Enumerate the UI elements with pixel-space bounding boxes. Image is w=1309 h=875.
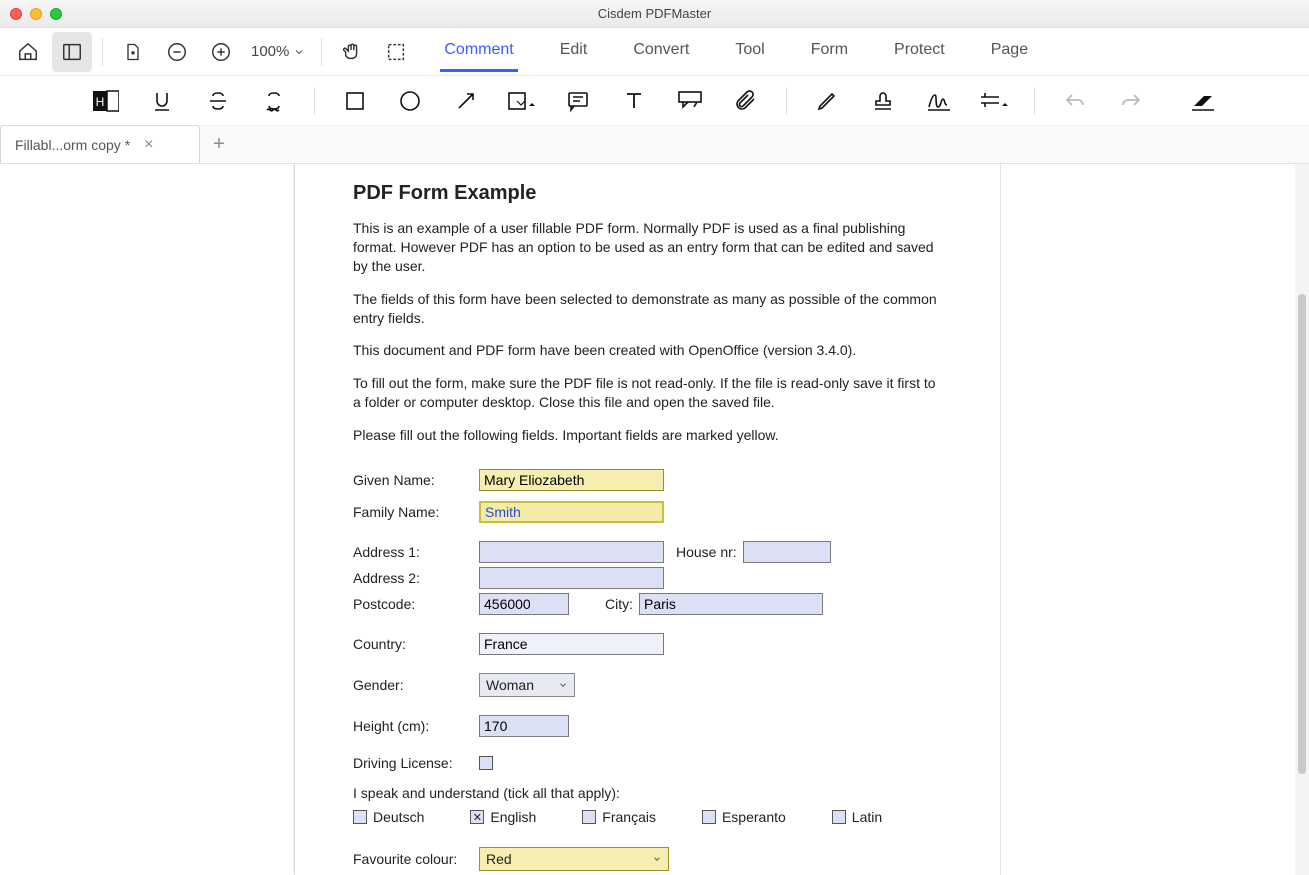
label-address1: Address 1: — [353, 544, 479, 560]
signature-tool[interactable] — [923, 84, 955, 118]
zoom-dropdown[interactable]: 100% — [245, 43, 311, 60]
pencil-tool[interactable] — [811, 84, 843, 118]
lang-francais: Français — [602, 809, 656, 825]
tab-page[interactable]: Page — [987, 31, 1032, 72]
rectangle-tool[interactable] — [339, 84, 371, 118]
home-button[interactable] — [8, 32, 48, 72]
label-postcode: Postcode: — [353, 596, 479, 612]
input-address1[interactable] — [479, 541, 664, 563]
annotation-toolbar: H — [0, 76, 1309, 126]
form-intro-5: Please fill out the following fields. Im… — [353, 426, 942, 445]
lang-latin: Latin — [852, 809, 882, 825]
zoom-value: 100% — [251, 43, 289, 60]
lang-english: English — [490, 809, 536, 825]
text-tool[interactable] — [618, 84, 650, 118]
tab-tool[interactable]: Tool — [731, 31, 768, 72]
tab-edit[interactable]: Edit — [556, 31, 592, 72]
lang-deutsch: Deutsch — [373, 809, 424, 825]
shape-dropdown[interactable] — [506, 84, 538, 118]
workspace: PDF Form Example This is an example of a… — [0, 164, 1309, 875]
form-heading: PDF Form Example — [353, 182, 942, 205]
input-height[interactable] — [479, 715, 569, 737]
checkbox-english[interactable]: ✕ — [470, 810, 484, 824]
lang-esperanto: Esperanto — [722, 809, 786, 825]
window-title: Cisdem PDFMaster — [0, 6, 1309, 21]
select-area-button[interactable] — [376, 32, 416, 72]
input-given-name[interactable] — [479, 469, 664, 491]
stamp-tool[interactable] — [867, 84, 899, 118]
input-city[interactable] — [639, 593, 823, 615]
label-driving: Driving License: — [353, 755, 479, 771]
input-house-nr[interactable] — [743, 541, 831, 563]
squiggly-tool[interactable] — [258, 84, 290, 118]
checkbox-francais[interactable] — [582, 810, 596, 824]
label-gender: Gender: — [353, 677, 479, 693]
eraser-tool[interactable] — [1187, 84, 1219, 118]
form-intro-4: To fill out the form, make sure the PDF … — [353, 374, 942, 412]
hand-tool-button[interactable] — [332, 32, 372, 72]
checkbox-deutsch[interactable] — [353, 810, 367, 824]
tab-form[interactable]: Form — [807, 31, 852, 72]
form-intro-2: The fields of this form have been select… — [353, 290, 942, 328]
arrow-tool[interactable] — [450, 84, 482, 118]
label-country: Country: — [353, 636, 479, 652]
checkbox-latin[interactable] — [832, 810, 846, 824]
vertical-scrollbar[interactable] — [1295, 164, 1309, 875]
circle-tool[interactable] — [394, 84, 426, 118]
tab-convert[interactable]: Convert — [629, 31, 693, 72]
attachment-tool[interactable] — [730, 84, 762, 118]
select-gender-value: Woman — [486, 677, 534, 693]
underline-tool[interactable] — [146, 84, 178, 118]
select-gender[interactable]: Woman — [479, 673, 575, 697]
input-country[interactable] — [479, 633, 664, 655]
link-tool[interactable] — [978, 84, 1010, 118]
note-tool[interactable] — [562, 84, 594, 118]
titlebar: Cisdem PDFMaster — [0, 0, 1309, 28]
tab-protect[interactable]: Protect — [890, 31, 949, 72]
label-family-name: Family Name: — [353, 504, 479, 520]
document-tab-label: Fillabl...orm copy * — [15, 137, 130, 153]
pdf-page: PDF Form Example This is an example of a… — [295, 164, 1000, 875]
label-address2: Address 2: — [353, 570, 479, 586]
document-tab[interactable]: Fillabl...orm copy * × — [0, 125, 200, 163]
input-address2[interactable] — [479, 567, 664, 589]
label-given-name: Given Name: — [353, 472, 479, 488]
svg-text:H: H — [96, 95, 105, 109]
input-postcode[interactable] — [479, 593, 569, 615]
document-tabs: Fillabl...orm copy * × + — [0, 126, 1309, 164]
label-languages: I speak and understand (tick all that ap… — [353, 785, 942, 801]
label-house-nr: House nr: — [676, 544, 737, 560]
checkbox-esperanto[interactable] — [702, 810, 716, 824]
strikethrough-tool[interactable] — [202, 84, 234, 118]
zoom-in-button[interactable] — [201, 32, 241, 72]
properties-panel — [1000, 164, 1295, 875]
highlight-tool[interactable]: H — [90, 84, 122, 118]
zoom-out-button[interactable] — [157, 32, 197, 72]
label-height: Height (cm): — [353, 718, 479, 734]
tab-comment[interactable]: Comment — [440, 31, 517, 72]
main-toolbar: 100% Comment Edit Convert Tool Form Prot… — [0, 28, 1309, 76]
label-colour: Favourite colour: — [353, 851, 479, 867]
label-city: City: — [605, 596, 633, 612]
chevron-down-icon — [293, 46, 305, 58]
callout-tool[interactable] — [674, 84, 706, 118]
scroll-thumb[interactable] — [1298, 294, 1306, 774]
chevron-down-icon — [652, 854, 662, 864]
select-colour[interactable]: Red — [479, 847, 669, 871]
undo-button[interactable] — [1059, 84, 1091, 118]
file-button[interactable] — [113, 32, 153, 72]
close-tab-button[interactable]: × — [144, 136, 153, 154]
checkbox-driving[interactable] — [479, 756, 493, 770]
redo-button[interactable] — [1115, 84, 1147, 118]
form-intro-3: This document and PDF form have been cre… — [353, 341, 942, 360]
panel-toggle-button[interactable] — [52, 32, 92, 72]
chevron-down-icon — [558, 680, 568, 690]
new-tab-button[interactable]: + — [200, 125, 238, 163]
input-family-name[interactable] — [479, 501, 664, 523]
form-intro-1: This is an example of a user fillable PD… — [353, 219, 942, 276]
select-colour-value: Red — [486, 851, 512, 867]
thumbnail-panel — [0, 164, 295, 875]
